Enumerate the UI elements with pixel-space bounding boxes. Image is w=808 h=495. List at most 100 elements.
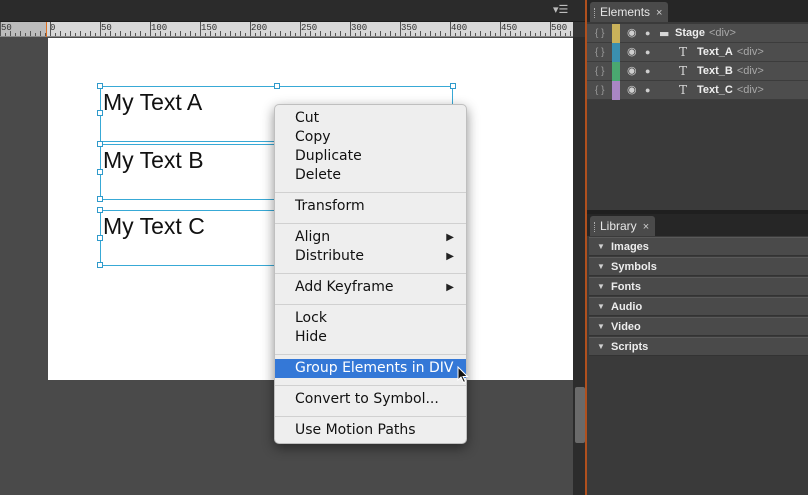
library-section-scripts[interactable]: ▼ Scripts	[589, 337, 808, 356]
library-section-images[interactable]: ▼ Images	[589, 237, 808, 256]
elements-tab-strip: Elements ×	[587, 0, 808, 22]
library-tab-strip: Library ×	[587, 214, 808, 236]
eye-icon[interactable]: ◉	[627, 62, 637, 81]
element-tag: <div>	[736, 84, 764, 96]
ruler-tick	[250, 22, 251, 36]
element-row-stage[interactable]: { } ◉ ● ▬ Stage <div>	[587, 24, 808, 43]
eye-icon[interactable]: ◉	[627, 81, 637, 100]
ruler-tick	[495, 33, 496, 36]
text-type-icon: T	[679, 45, 688, 59]
ruler-tick	[95, 33, 96, 36]
folder-icon: ▬	[659, 27, 670, 40]
ruler-tick	[195, 33, 196, 36]
code-braces-icon[interactable]: { }	[595, 81, 604, 100]
menu-item-distribute[interactable]: Distribute ▶	[275, 247, 466, 266]
ruler-tick	[155, 33, 156, 36]
element-row-text-b[interactable]: { } ◉ ● T Text_B <div>	[587, 62, 808, 81]
context-menu: Cut Copy Duplicate Delete Transform Alig…	[274, 104, 467, 444]
library-section-fonts[interactable]: ▼ Fonts	[589, 277, 808, 296]
ruler-tick	[515, 33, 516, 36]
ruler-tick	[430, 31, 431, 36]
ruler-tick	[105, 33, 106, 36]
menu-item-hide[interactable]: Hide	[275, 328, 466, 347]
close-icon[interactable]: ×	[643, 221, 649, 233]
library-section-symbols[interactable]: ▼ Symbols	[589, 257, 808, 276]
ruler-tick	[400, 22, 401, 36]
ruler-tick	[130, 31, 131, 36]
tab-library[interactable]: Library ×	[590, 216, 656, 236]
resize-handle[interactable]	[97, 235, 103, 241]
expand-triangle-icon: ▼	[597, 342, 605, 351]
tab-elements[interactable]: Elements ×	[590, 2, 669, 22]
menu-item-use-motion-paths[interactable]: Use Motion Paths	[275, 421, 466, 440]
menu-item-convert-to-symbol[interactable]: Convert to Symbol...	[275, 390, 466, 409]
ruler-tick	[330, 31, 331, 36]
menu-item-cut[interactable]: Cut	[275, 109, 466, 128]
ruler-tick	[30, 31, 31, 36]
menu-item-copy[interactable]: Copy	[275, 128, 466, 147]
ruler-tick	[245, 33, 246, 36]
eye-icon[interactable]: ◉	[627, 43, 637, 62]
resize-handle[interactable]	[97, 110, 103, 116]
resize-handle[interactable]	[274, 83, 280, 89]
ruler-tick	[525, 33, 526, 36]
menu-item-group-elements-in-div[interactable]: Group Elements in DIV	[275, 359, 466, 378]
ruler-tick	[35, 33, 36, 36]
resize-handle[interactable]	[97, 83, 103, 89]
ruler-tick	[25, 33, 26, 36]
ruler-tick	[505, 33, 506, 36]
ruler-tick	[425, 33, 426, 36]
menu-item-lock[interactable]: Lock	[275, 309, 466, 328]
ruler-tick	[170, 31, 171, 36]
library-section-audio[interactable]: ▼ Audio	[589, 297, 808, 316]
ruler-tick	[510, 31, 511, 36]
ruler-tick	[185, 33, 186, 36]
resize-handle[interactable]	[97, 207, 103, 213]
menu-separator	[275, 192, 466, 193]
ruler-tick	[100, 22, 101, 36]
resize-handle[interactable]	[97, 169, 103, 175]
code-braces-icon[interactable]: { }	[595, 43, 604, 62]
ruler-tick	[10, 31, 11, 36]
element-tag: <div>	[708, 27, 736, 39]
scrollbar-thumb[interactable]	[575, 387, 585, 443]
resize-handle[interactable]	[97, 262, 103, 268]
lock-dot-icon[interactable]: ●	[645, 43, 650, 62]
menu-item-duplicate[interactable]: Duplicate	[275, 147, 466, 166]
lock-dot-icon[interactable]: ●	[645, 24, 650, 43]
ruler-tick	[175, 33, 176, 36]
library-section-video[interactable]: ▼ Video	[589, 317, 808, 336]
lock-dot-icon[interactable]: ●	[645, 62, 650, 81]
ruler-tick	[205, 33, 206, 36]
menu-item-delete[interactable]: Delete	[275, 166, 466, 185]
ruler-tick	[450, 22, 451, 36]
eye-icon[interactable]: ◉	[627, 24, 637, 43]
ruler-tick	[520, 31, 521, 36]
close-icon[interactable]: ×	[656, 7, 662, 19]
lock-dot-icon[interactable]: ●	[645, 81, 650, 100]
menu-separator	[275, 273, 466, 274]
element-row-text-a[interactable]: { } ◉ ● T Text_A <div>	[587, 43, 808, 62]
ruler-tick	[365, 33, 366, 36]
code-braces-icon[interactable]: { }	[595, 62, 604, 81]
ruler-tick	[115, 33, 116, 36]
color-swatch	[612, 43, 620, 62]
menu-item-align[interactable]: Align ▶	[275, 228, 466, 247]
ruler-tick	[545, 33, 546, 36]
ruler-tick	[220, 31, 221, 36]
resize-handle[interactable]	[97, 196, 103, 202]
panel-menu-icon[interactable]: ▾☰	[553, 4, 571, 17]
expand-triangle-icon: ▼	[597, 262, 605, 271]
element-row-text-c[interactable]: { } ◉ ● T Text_C <div>	[587, 81, 808, 100]
submenu-arrow-icon: ▶	[446, 251, 454, 262]
resize-handle[interactable]	[450, 83, 456, 89]
ruler-tick	[190, 31, 191, 36]
ruler-tick	[335, 33, 336, 36]
code-braces-icon[interactable]: { }	[595, 24, 604, 43]
ruler-tick	[485, 33, 486, 36]
ruler-tick	[445, 33, 446, 36]
menu-item-add-keyframe[interactable]: Add Keyframe ▶	[275, 278, 466, 297]
ruler-tick	[540, 31, 541, 36]
menu-item-transform[interactable]: Transform	[275, 197, 466, 216]
resize-handle[interactable]	[97, 141, 103, 147]
